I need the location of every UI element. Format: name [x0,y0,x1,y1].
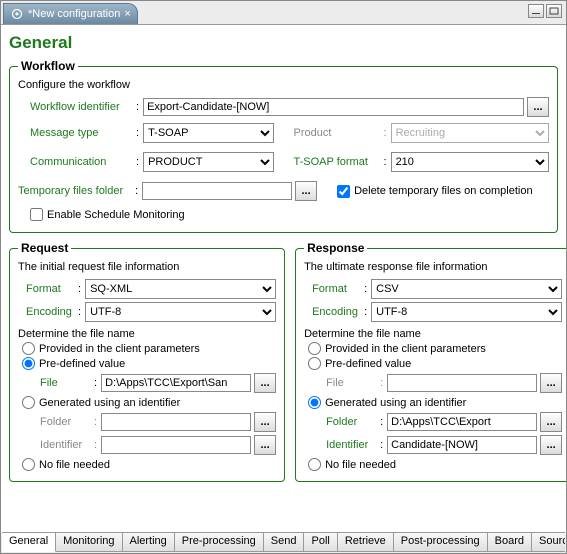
response-opt-none-radio[interactable] [308,458,321,471]
request-identifier-browse-button[interactable]: ... [254,435,276,455]
tab-pre-processing[interactable]: Pre-processing [175,533,264,552]
request-file-input[interactable] [101,374,251,392]
response-opt-predef[interactable]: Pre-defined value [308,357,562,370]
maximize-button[interactable] [546,4,562,18]
request-folder-label: Folder [40,416,92,428]
document-tab[interactable]: *New configuration × [3,3,138,24]
tab-source[interactable]: Source [532,533,565,552]
workflow-identifier-input[interactable] [143,98,524,116]
temp-folder-browse-button[interactable]: ... [295,181,317,201]
product-label: Product [294,127,382,139]
request-format-select[interactable]: SQ-XML [85,279,276,299]
request-identifier-input [101,436,251,454]
request-file-label: File [40,377,92,389]
request-opt-client[interactable]: Provided in the client parameters [22,342,276,355]
message-type-label: Message type [30,127,134,139]
request-determine-label: Determine the file name [18,328,276,340]
request-folder-input [101,413,251,431]
communication-select[interactable]: PRODUCT [143,152,273,172]
tab-alerting[interactable]: Alerting [123,533,175,552]
workflow-desc: Configure the workflow [18,79,549,91]
communication-label: Communication [30,156,134,168]
response-group: Response The ultimate response file info… [295,241,566,482]
workflow-identifier-browse-button[interactable]: ... [527,97,549,117]
response-determine-label: Determine the file name [304,328,562,340]
request-opt-none-radio[interactable] [22,458,35,471]
tsoap-format-label: T-SOAP format [294,156,382,168]
workflow-legend: Workflow [18,59,78,73]
tab-general[interactable]: General [2,533,56,552]
bottom-tab-bar: General Monitoring Alerting Pre-processi… [2,532,565,552]
request-opt-predef-radio[interactable] [22,357,35,370]
message-type-select[interactable]: T-SOAP [143,123,273,143]
minimize-button[interactable] [528,4,544,18]
response-format-label: Format [312,283,362,295]
tsoap-format-select[interactable]: 210 [391,152,549,172]
temp-folder-label: Temporary files folder [18,185,133,197]
tab-monitoring[interactable]: Monitoring [56,533,122,552]
request-file-browse-button[interactable]: ... [254,373,276,393]
request-opt-gen-radio[interactable] [22,396,35,409]
response-folder-input[interactable] [387,413,537,431]
tab-poll[interactable]: Poll [304,533,337,552]
response-encoding-label: Encoding [312,306,362,318]
request-legend: Request [18,241,71,255]
response-folder-label: Folder [326,416,378,428]
response-file-browse-button[interactable]: ... [540,373,562,393]
document-tab-title: *New configuration [28,8,120,20]
enable-schedule-checkbox[interactable] [30,208,43,221]
tab-send[interactable]: Send [264,533,305,552]
request-opt-predef[interactable]: Pre-defined value [22,357,276,370]
request-group: Request The initial request file informa… [9,241,285,482]
response-opt-client-radio[interactable] [308,342,321,355]
response-identifier-input[interactable] [387,436,537,454]
response-file-input [387,374,537,392]
response-file-label: File [326,377,378,389]
request-encoding-select[interactable]: UTF-8 [85,302,276,322]
response-identifier-label: Identifier [326,439,378,451]
tab-retrieve[interactable]: Retrieve [338,533,394,552]
response-opt-gen-radio[interactable] [308,396,321,409]
product-select: Recruiting [391,123,549,143]
response-folder-browse-button[interactable]: ... [540,412,562,432]
response-opt-none[interactable]: No file needed [308,458,562,471]
request-encoding-label: Encoding [26,306,76,318]
tab-board[interactable]: Board [488,533,532,552]
delete-temp-label: Delete temporary files on completion [354,185,533,197]
response-encoding-select[interactable]: UTF-8 [371,302,562,322]
response-opt-gen[interactable]: Generated using an identifier [308,396,562,409]
config-icon [10,7,24,21]
request-format-label: Format [26,283,76,295]
delete-temp-checkbox[interactable] [337,185,350,198]
page-title: General [9,33,558,53]
request-opt-client-radio[interactable] [22,342,35,355]
workflow-identifier-label: Workflow identifier [30,101,134,113]
temp-folder-input[interactable] [142,182,292,200]
request-opt-gen[interactable]: Generated using an identifier [22,396,276,409]
workflow-group: Workflow Configure the workflow Workflow… [9,59,558,233]
request-identifier-label: Identifier [40,439,92,451]
close-icon[interactable]: × [124,8,130,20]
enable-schedule-label: Enable Schedule Monitoring [47,209,185,221]
response-identifier-browse-button[interactable]: ... [540,435,562,455]
request-folder-browse-button[interactable]: ... [254,412,276,432]
request-opt-none[interactable]: No file needed [22,458,276,471]
response-opt-client[interactable]: Provided in the client parameters [308,342,562,355]
response-legend: Response [304,241,367,255]
response-opt-predef-radio[interactable] [308,357,321,370]
response-format-select[interactable]: CSV [371,279,562,299]
request-desc: The initial request file information [18,261,276,273]
response-desc: The ultimate response file information [304,261,562,273]
tab-post-processing[interactable]: Post-processing [394,533,488,552]
